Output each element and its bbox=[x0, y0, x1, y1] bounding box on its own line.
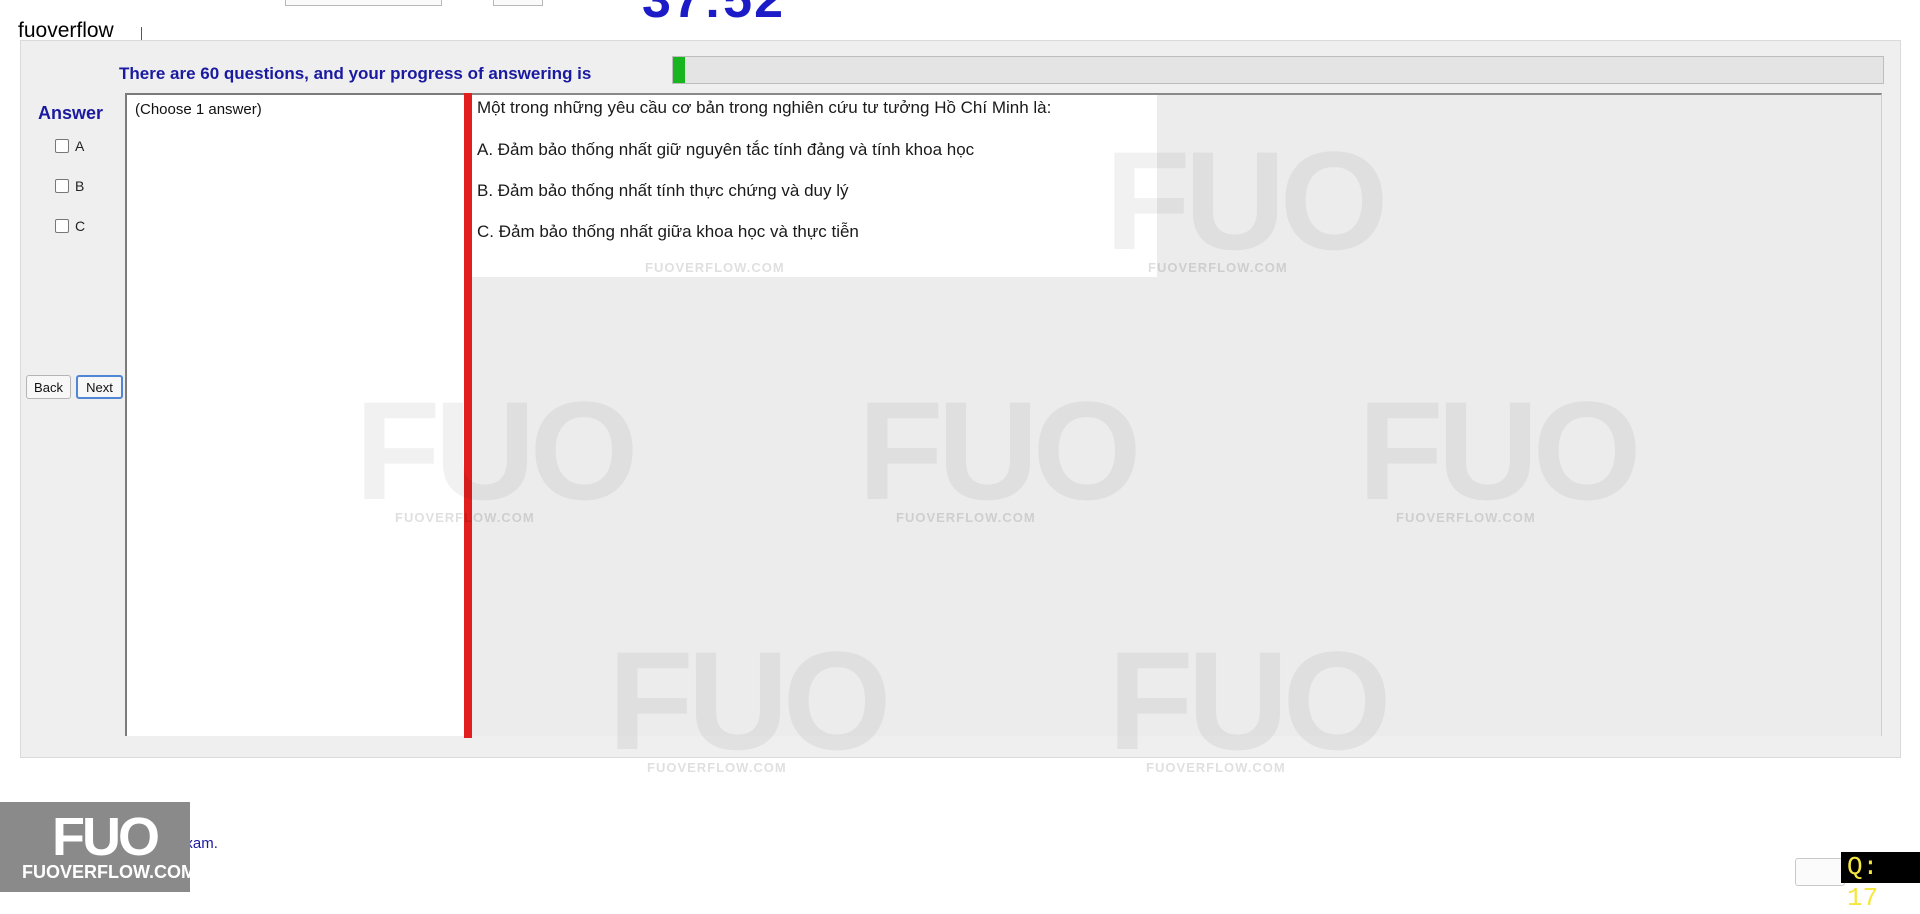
answer-option-a[interactable]: A bbox=[55, 138, 84, 154]
watermark-text: FUOVERFLOW.COM bbox=[647, 760, 787, 775]
corner-logo-mark: FUO bbox=[52, 807, 160, 867]
watermark-text: FUOVERFLOW.COM bbox=[896, 510, 1036, 525]
answer-option-b[interactable]: B bbox=[55, 178, 84, 194]
watermark-text: FUOVERFLOW.COM bbox=[1146, 760, 1286, 775]
watermark-logo: FUO bbox=[355, 372, 639, 529]
watermark-logo: FUO bbox=[1108, 622, 1392, 779]
watermark-text: FUOVERFLOW.COM bbox=[1148, 260, 1288, 275]
question-text: Một trong những yêu cầu cơ bản trong ngh… bbox=[477, 98, 1052, 117]
next-button[interactable]: Next bbox=[76, 375, 123, 399]
watermark-text: FUOVERFLOW.COM bbox=[395, 510, 535, 525]
choose-hint: (Choose 1 answer) bbox=[135, 101, 262, 118]
watermark-text: FUOVERFLOW.COM bbox=[645, 260, 785, 275]
checkbox-b[interactable] bbox=[55, 179, 69, 193]
question-choice-c: C. Đảm bảo thống nhất giữa khoa học và t… bbox=[477, 222, 859, 241]
answer-option-label: A bbox=[75, 138, 85, 154]
answer-option-label: C bbox=[75, 218, 86, 234]
question-choice-a: A. Đảm bảo thống nhất giữ nguyên tắc tín… bbox=[477, 140, 975, 159]
checkbox-c[interactable] bbox=[55, 219, 69, 233]
question-choice-b: B. Đảm bảo thống nhất tính thực chứng và… bbox=[477, 181, 849, 200]
progress-label: There are 60 questions, and your progres… bbox=[119, 64, 592, 83]
back-button[interactable]: Back bbox=[26, 375, 71, 399]
top-dropdown[interactable] bbox=[285, 0, 442, 6]
watermark-text: FUOVERFLOW.COM bbox=[1396, 510, 1536, 525]
answer-heading: Answer bbox=[38, 103, 104, 123]
bottom-right-button[interactable] bbox=[1795, 858, 1845, 886]
progress-bar bbox=[672, 56, 1884, 84]
question-counter: Q: 17 bbox=[1841, 852, 1920, 913]
watermark-logo: FUO bbox=[608, 622, 892, 779]
watermark-logo: FUO bbox=[1105, 122, 1389, 279]
corner-logo-site: FUOVERFLOW.COM bbox=[22, 862, 196, 882]
watermark-logo: FUO bbox=[858, 372, 1142, 529]
checkbox-a[interactable] bbox=[55, 139, 69, 153]
answer-option-label: B bbox=[75, 178, 85, 194]
timer-display: 37:52 bbox=[642, 0, 785, 29]
progress-fill bbox=[673, 57, 685, 83]
top-small-field[interactable] bbox=[493, 0, 543, 6]
answer-option-c[interactable]: C bbox=[55, 218, 85, 234]
watermark-logo: FUO bbox=[1358, 372, 1642, 529]
